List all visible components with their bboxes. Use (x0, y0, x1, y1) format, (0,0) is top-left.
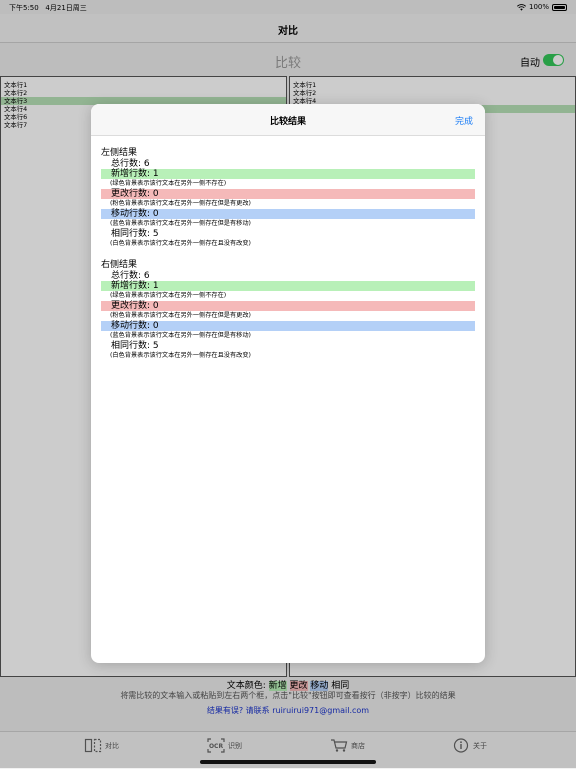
result-modal: 比较结果 完成 左侧结果 总行数: 6 新增行数: 1 (绿色背景表示该行文本在… (91, 104, 485, 663)
section-title: 右侧结果 (101, 260, 138, 270)
changed-lines: 更改行数: 0 (101, 301, 475, 311)
same-lines: 相同行数: 5 (111, 229, 159, 239)
right-result-section: 右侧结果 总行数: 6 新增行数: 1 (绿色背景表示该行文本在另外一侧不存在)… (101, 260, 475, 361)
home-indicator[interactable] (200, 760, 376, 764)
modal-body: 左侧结果 总行数: 6 新增行数: 1 (绿色背景表示该行文本在另外一侧不存在)… (101, 148, 475, 372)
added-lines: 新增行数: 1 (101, 169, 475, 179)
modal-title: 比较结果 (269, 117, 306, 127)
done-button[interactable]: 完成 (455, 114, 473, 127)
modal-header: 比较结果 完成 (91, 104, 485, 136)
added-note: (绿色背景表示该行文本在另外一侧不存在) (110, 180, 227, 187)
added-note: (绿色背景表示该行文本在另外一侧不存在) (110, 292, 227, 299)
moved-note: (蓝色背景表示该行文本在另外一侧存在但是有移动) (110, 220, 251, 227)
changed-note: (粉色背景表示该行文本在另外一侧存在但是有更改) (110, 312, 251, 319)
added-lines: 新增行数: 1 (101, 281, 475, 291)
changed-note: (粉色背景表示该行文本在另外一侧存在但是有更改) (110, 200, 251, 207)
same-lines: 相同行数: 5 (111, 341, 159, 351)
total-lines: 总行数: 6 (111, 271, 150, 281)
total-lines: 总行数: 6 (111, 159, 150, 169)
same-note: (白色背景表示该行文本在另外一侧存在且没有改变) (110, 240, 251, 247)
moved-lines: 移动行数: 0 (101, 209, 475, 219)
left-result-section: 左侧结果 总行数: 6 新增行数: 1 (绿色背景表示该行文本在另外一侧不存在)… (101, 148, 475, 249)
moved-note: (蓝色背景表示该行文本在另外一侧存在但是有移动) (110, 332, 251, 339)
moved-lines: 移动行数: 0 (101, 321, 475, 331)
changed-lines: 更改行数: 0 (101, 189, 475, 199)
same-note: (白色背景表示该行文本在另外一侧存在且没有改变) (110, 352, 251, 359)
section-title: 左侧结果 (101, 148, 138, 158)
